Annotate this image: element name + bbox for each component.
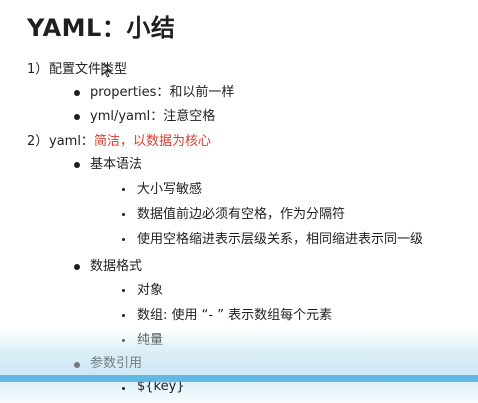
decorative-blue-stripe: [0, 375, 478, 382]
section-1-number: 1）: [27, 62, 49, 77]
group-basic-syntax-item: 数据值前边必须有空格，作为分隔符: [137, 207, 346, 222]
group-data-format-item: 对象: [137, 283, 164, 298]
slide-title: YAML：小结: [27, 14, 176, 42]
section-2-heading: 2）yaml：简洁，以数据为核心: [27, 133, 211, 151]
bullet-dot-icon: [74, 90, 80, 96]
bullet-small-icon: [122, 314, 125, 317]
bullet-small-icon: [122, 213, 125, 216]
bullet-dot-icon: [74, 264, 80, 270]
section-1-item-properties: properties：和以前一样: [90, 85, 235, 100]
bullet-small-icon: [122, 238, 125, 241]
bullet-dot-icon: [74, 362, 80, 368]
decorative-watercolor-band-lower: [0, 382, 478, 403]
bullet-small-icon: [122, 387, 125, 390]
section-2-label: yaml：: [49, 134, 94, 149]
group-basic-syntax-item: 大小写敏感: [137, 182, 203, 197]
bullet-dot-icon: [74, 114, 80, 120]
section-1-heading: 1）配置文件类型: [27, 61, 127, 79]
decorative-watercolor-band: [0, 330, 478, 380]
section-2-highlight: 简洁，以数据为核心: [93, 134, 211, 149]
group-data-format-item: 数组: 使用 “- ” 表示数组每个元素: [137, 308, 333, 323]
bullet-small-icon: [122, 188, 125, 191]
section-2-number: 2）: [27, 134, 49, 149]
bullet-dot-icon: [74, 162, 80, 168]
group-data-format-label: 数据格式: [90, 259, 143, 274]
group-param-ref-label: 参数引用: [90, 356, 143, 371]
section-1-label: 配置文件类型: [49, 62, 128, 77]
group-basic-syntax-label: 基本语法: [90, 157, 143, 172]
bullet-small-icon: [122, 289, 125, 292]
section-1-item-yml: yml/yaml：注意空格: [90, 109, 216, 124]
group-basic-syntax-item: 使用空格缩进表示层级关系，相同缩进表示同一级: [137, 232, 424, 247]
